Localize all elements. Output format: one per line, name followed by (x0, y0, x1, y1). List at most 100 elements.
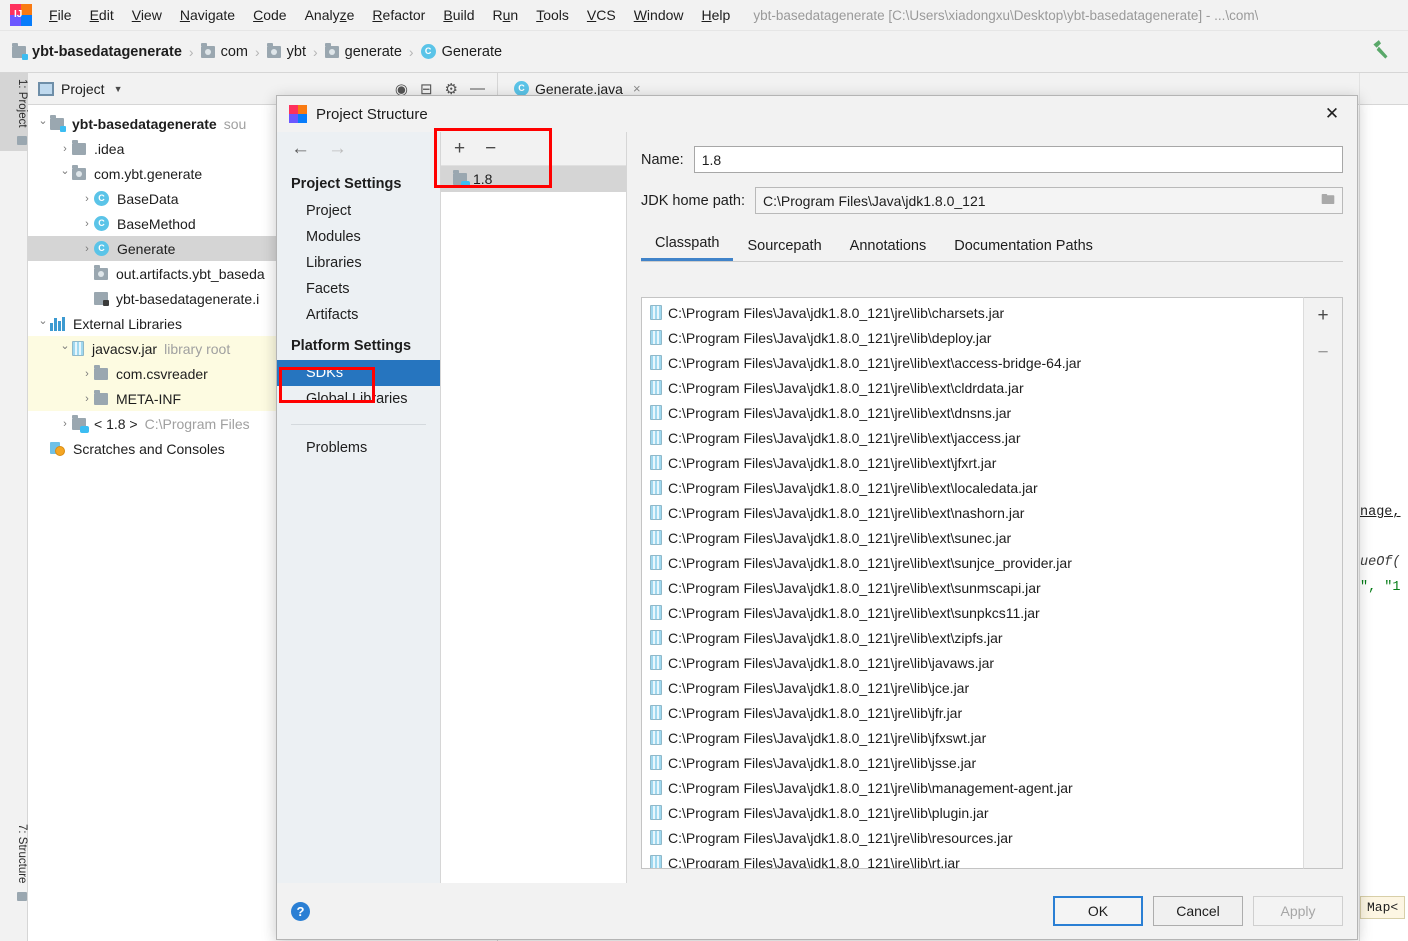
menu-item-help[interactable]: Help (693, 3, 740, 27)
code-tooltip: Map< (1360, 896, 1406, 919)
nav-item-global-libraries[interactable]: Global Libraries (277, 386, 440, 412)
add-classpath-button[interactable]: + (1317, 306, 1328, 325)
breadcrumb-item-com[interactable]: com (200, 42, 248, 60)
package-icon (72, 164, 86, 180)
breadcrumb-separator: › (312, 43, 318, 60)
breadcrumb-item-generate[interactable]: generate (324, 42, 402, 60)
classpath-entry[interactable]: C:\Program Files\Java\jdk1.8.0_121\jre\l… (642, 825, 1303, 850)
cancel-button[interactable]: Cancel (1153, 896, 1243, 926)
menu-item-file[interactable]: File (40, 3, 81, 27)
tree-expand-arrow[interactable] (36, 117, 50, 130)
classpath-entry[interactable]: C:\Program Files\Java\jdk1.8.0_121\jre\l… (642, 375, 1303, 400)
close-icon[interactable]: × (633, 81, 641, 96)
jar-icon (72, 341, 84, 356)
tree-expand-arrow[interactable] (58, 342, 72, 355)
classpath-entry[interactable]: C:\Program Files\Java\jdk1.8.0_121\jre\l… (642, 625, 1303, 650)
classpath-entry[interactable]: C:\Program Files\Java\jdk1.8.0_121\jre\l… (642, 850, 1303, 869)
nav-item-modules[interactable]: Modules (277, 224, 440, 250)
menu-item-navigate[interactable]: Navigate (171, 3, 244, 27)
tab-classpath[interactable]: Classpath (641, 230, 734, 261)
breadcrumb-separator: › (254, 43, 260, 60)
jar-icon (650, 405, 662, 420)
classpath-entry[interactable]: C:\Program Files\Java\jdk1.8.0_121\jre\l… (642, 550, 1303, 575)
classpath-entry[interactable]: C:\Program Files\Java\jdk1.8.0_121\jre\l… (642, 750, 1303, 775)
menu-item-view[interactable]: View (123, 3, 171, 27)
tree-expand-arrow[interactable] (80, 193, 94, 205)
nav-item-libraries[interactable]: Libraries (277, 250, 440, 276)
forward-arrow-icon[interactable]: → (328, 138, 347, 160)
sdk-name-input[interactable]: 1.8 (693, 146, 1343, 173)
classpath-entry[interactable]: C:\Program Files\Java\jdk1.8.0_121\jre\l… (642, 500, 1303, 525)
hammer-icon[interactable] (1368, 38, 1394, 64)
breadcrumb-item-generate[interactable]: C Generate (420, 44, 502, 60)
tree-expand-arrow[interactable] (58, 167, 72, 180)
sdk-list-panel: + − 1.8 (441, 132, 627, 883)
classpath-entry[interactable]: C:\Program Files\Java\jdk1.8.0_121\jre\l… (642, 775, 1303, 800)
classpath-entry[interactable]: C:\Program Files\Java\jdk1.8.0_121\jre\l… (642, 525, 1303, 550)
add-sdk-button[interactable]: + (454, 139, 465, 158)
chevron-down-icon[interactable]: ▼ (114, 84, 123, 94)
classpath-list[interactable]: C:\Program Files\Java\jdk1.8.0_121\jre\l… (641, 297, 1303, 869)
classpath-entry[interactable]: C:\Program Files\Java\jdk1.8.0_121\jre\l… (642, 675, 1303, 700)
nav-item-problems[interactable]: Problems (277, 435, 440, 461)
classpath-entry[interactable]: C:\Program Files\Java\jdk1.8.0_121\jre\l… (642, 300, 1303, 325)
classpath-entry[interactable]: C:\Program Files\Java\jdk1.8.0_121\jre\l… (642, 725, 1303, 750)
help-icon[interactable]: ? (291, 901, 310, 921)
tree-expand-arrow[interactable] (80, 243, 94, 255)
tree-expand-arrow[interactable] (36, 317, 50, 330)
classpath-entry[interactable]: C:\Program Files\Java\jdk1.8.0_121\jre\l… (642, 700, 1303, 725)
classpath-entry[interactable]: C:\Program Files\Java\jdk1.8.0_121\jre\l… (642, 600, 1303, 625)
tree-node-label: javacsv.jar (92, 340, 158, 357)
folder-browse-icon[interactable]: 🖿 (1321, 189, 1335, 213)
classpath-entry[interactable]: C:\Program Files\Java\jdk1.8.0_121\jre\l… (642, 650, 1303, 675)
menu-item-vcs[interactable]: VCS (578, 3, 625, 27)
remove-sdk-button[interactable]: − (485, 139, 496, 158)
nav-item-sdks[interactable]: SDKs (277, 360, 440, 386)
menu-item-tools[interactable]: Tools (527, 3, 578, 27)
tree-expand-arrow[interactable] (80, 368, 94, 380)
jdk-icon (72, 414, 89, 433)
nav-item-project[interactable]: Project (277, 198, 440, 224)
sdk-list-item-1.8[interactable]: 1.8 (441, 166, 626, 192)
classpath-entry[interactable]: C:\Program Files\Java\jdk1.8.0_121\jre\l… (642, 475, 1303, 500)
menu-item-code[interactable]: Code (244, 3, 295, 27)
classpath-entry[interactable]: C:\Program Files\Java\jdk1.8.0_121\jre\l… (642, 800, 1303, 825)
classpath-entry[interactable]: C:\Program Files\Java\jdk1.8.0_121\jre\l… (642, 350, 1303, 375)
classpath-entry[interactable]: C:\Program Files\Java\jdk1.8.0_121\jre\l… (642, 450, 1303, 475)
menu-item-analyze[interactable]: Analyze (296, 3, 364, 27)
nav-item-artifacts[interactable]: Artifacts (277, 302, 440, 328)
menu-item-window[interactable]: Window (625, 3, 693, 27)
tab-annotations[interactable]: Annotations (836, 233, 941, 261)
remove-classpath-button[interactable]: − (1317, 343, 1328, 362)
close-icon[interactable]: ✕ (1315, 100, 1349, 128)
nav-item-facets[interactable]: Facets (277, 276, 440, 302)
tree-expand-arrow[interactable] (80, 393, 94, 405)
menu-item-build[interactable]: Build (434, 3, 483, 27)
breadcrumb-item-ybt-basedatagenerate[interactable]: ybt-basedatagenerate (12, 42, 182, 60)
tree-node-label: External Libraries (73, 315, 182, 332)
sdk-list[interactable]: 1.8 (441, 166, 626, 192)
ok-button[interactable]: OK (1053, 896, 1143, 926)
tree-node-label: com.csvreader (116, 365, 208, 382)
menu-item-run[interactable]: Run (484, 3, 528, 27)
jdk-home-input[interactable]: C:\Program Files\Java\jdk1.8.0_121 🖿 (754, 187, 1343, 214)
classpath-entry[interactable]: C:\Program Files\Java\jdk1.8.0_121\jre\l… (642, 325, 1303, 350)
tab-documentation-paths[interactable]: Documentation Paths (940, 233, 1107, 261)
tree-expand-arrow[interactable] (80, 218, 94, 230)
menu-item-edit[interactable]: Edit (81, 3, 123, 27)
classpath-entry[interactable]: C:\Program Files\Java\jdk1.8.0_121\jre\l… (642, 425, 1303, 450)
back-arrow-icon[interactable]: ← (291, 138, 310, 160)
apply-button[interactable]: Apply (1253, 896, 1343, 926)
tab-sourcepath[interactable]: Sourcepath (733, 233, 835, 261)
classpath-entry-path: C:\Program Files\Java\jdk1.8.0_121\jre\l… (668, 854, 960, 869)
toolstrip-structure-button[interactable]: 7: Structure (0, 818, 28, 907)
breadcrumb-item-ybt[interactable]: ybt (266, 42, 306, 60)
classpath-entry[interactable]: C:\Program Files\Java\jdk1.8.0_121\jre\l… (642, 400, 1303, 425)
tree-expand-arrow[interactable] (58, 418, 72, 430)
menu-item-refactor[interactable]: Refactor (363, 3, 434, 27)
sdk-detail-tabs[interactable]: Classpath Sourcepath Annotations Documentat… (641, 230, 1343, 262)
tree-expand-arrow[interactable] (58, 143, 72, 155)
toolstrip-structure-label: 7: Structure (16, 824, 28, 884)
toolstrip-project-button[interactable]: 1: Project (0, 73, 28, 151)
classpath-entry[interactable]: C:\Program Files\Java\jdk1.8.0_121\jre\l… (642, 575, 1303, 600)
